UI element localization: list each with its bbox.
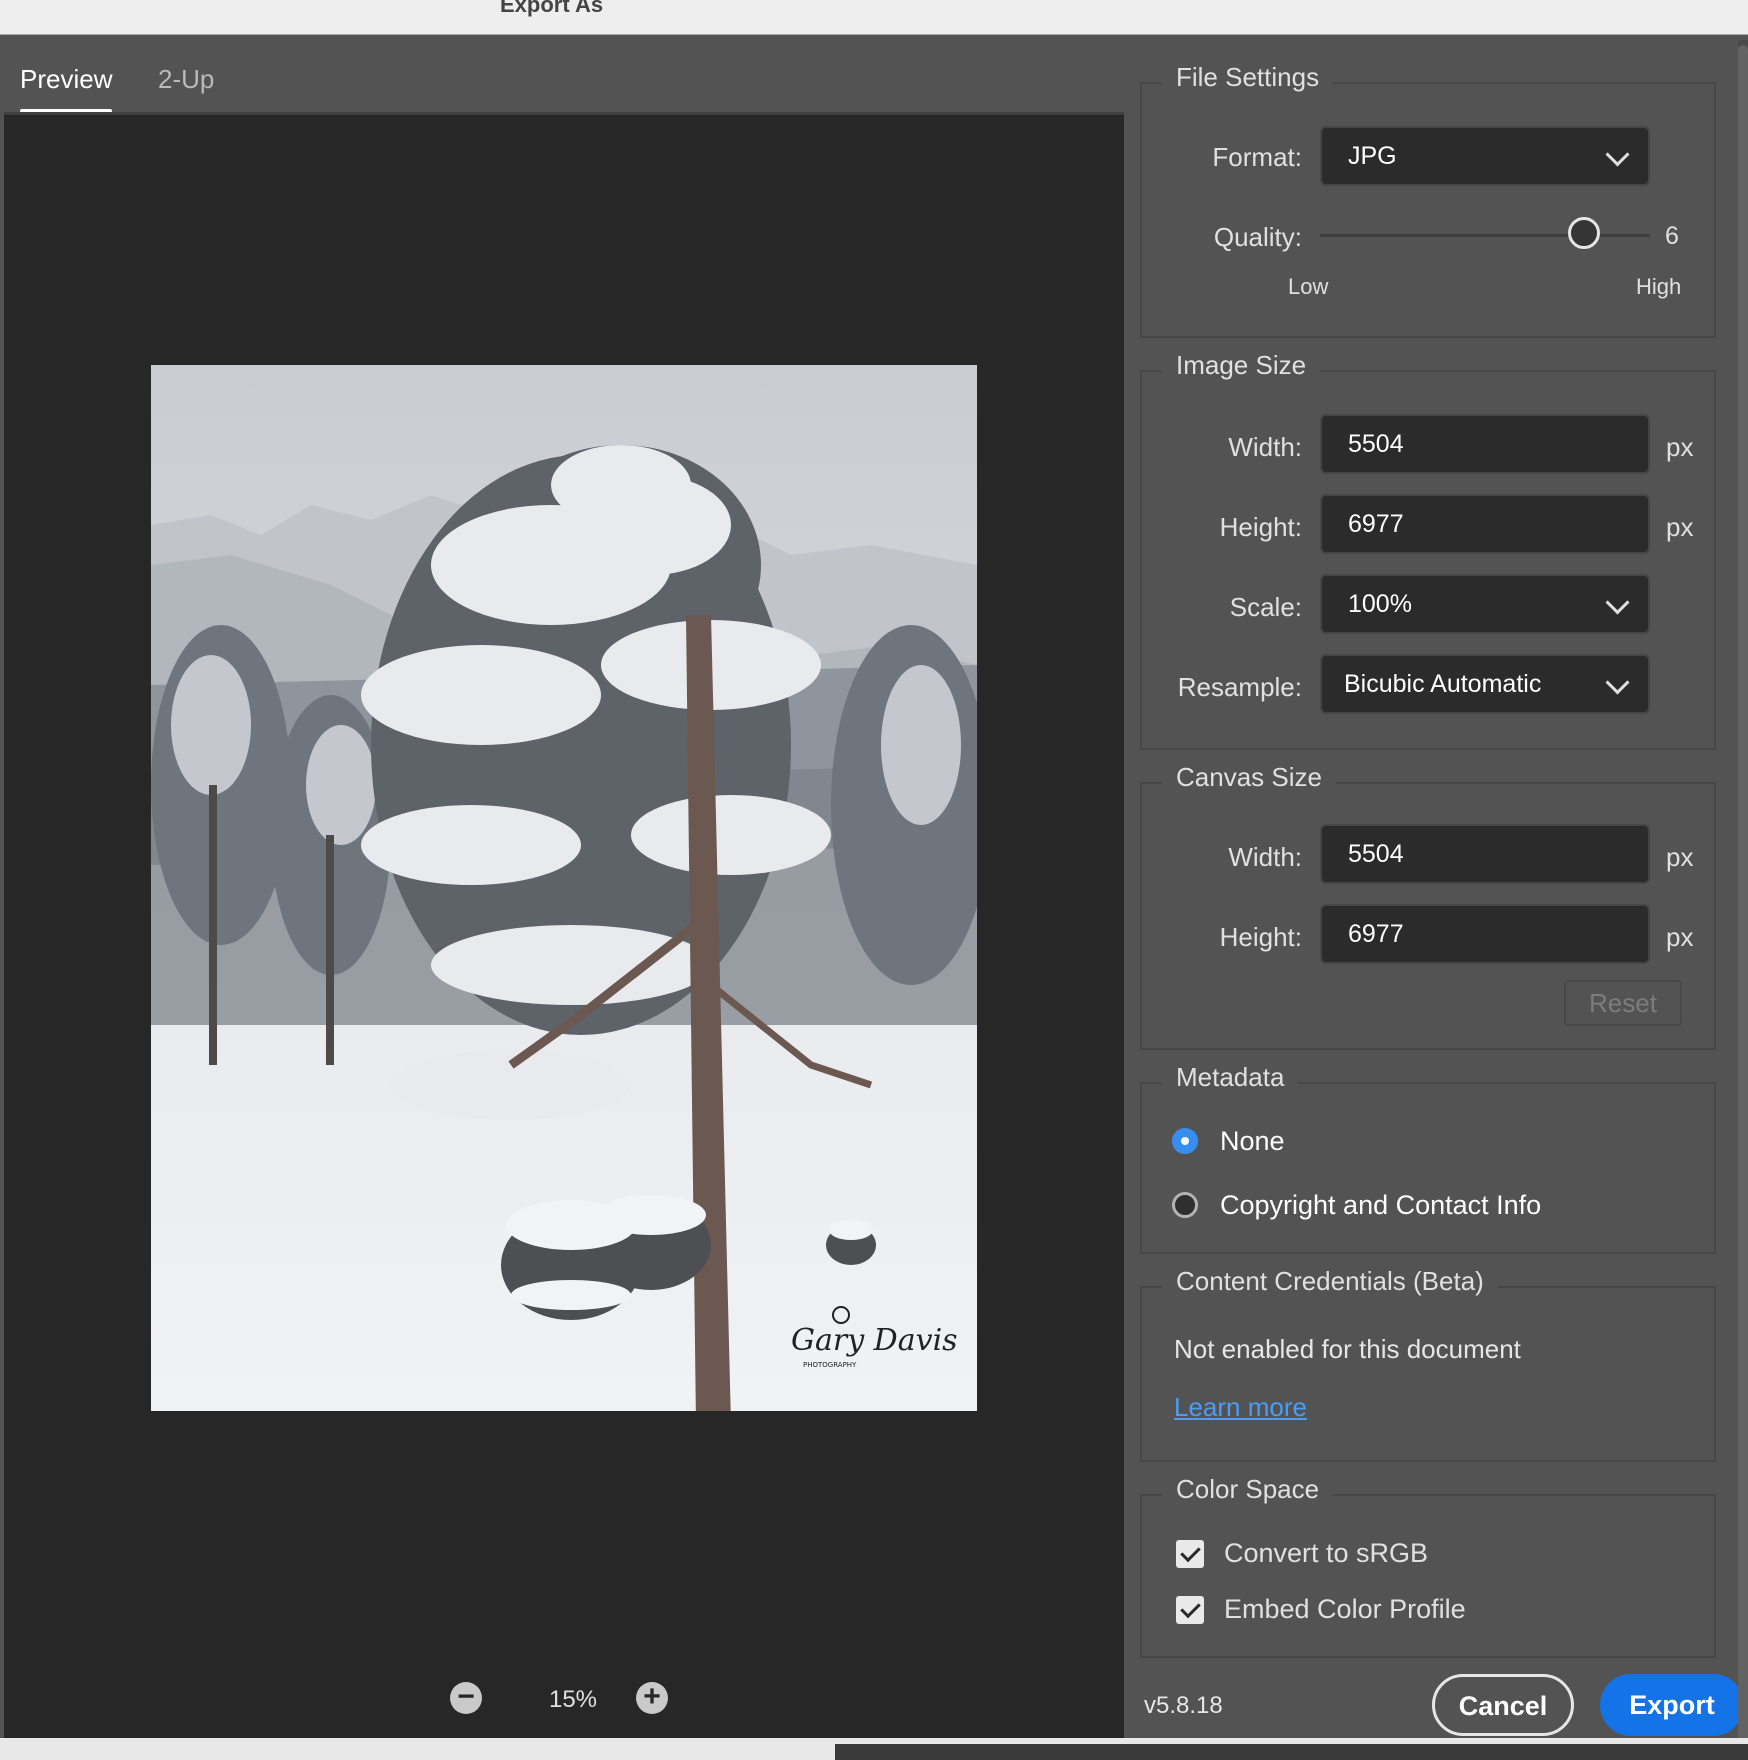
metadata-none-label: None (1220, 1126, 1285, 1156)
tab-2-up[interactable]: 2-Up (158, 64, 214, 95)
window-title: Export As (500, 0, 604, 17)
image-width-field[interactable]: 5504 (1320, 414, 1650, 474)
file-settings-group: File Settings Format: JPG Quality: 6 Low… (1140, 62, 1716, 338)
image-size-title: Image Size (1162, 350, 1321, 381)
chevron-down-icon (1605, 142, 1630, 167)
metadata-title: Metadata (1162, 1062, 1299, 1093)
canvas-width-unit: px (1666, 842, 1694, 872)
plus-circle-icon[interactable]: + (636, 1682, 668, 1714)
canvas-size-group: Canvas Size Width: 5504 px Height: 6977 … (1140, 762, 1716, 1050)
resample-select[interactable]: Bicubic Automatic (1320, 654, 1650, 714)
scale-select[interactable]: 100% (1320, 574, 1650, 634)
tab-preview[interactable]: Preview (20, 64, 112, 95)
scale-value: 100% (1348, 590, 1412, 618)
file-settings-title: File Settings (1162, 62, 1334, 93)
metadata-group: Metadata None Copyright and Contact Info (1140, 1062, 1716, 1254)
quality-low-label: Low (1288, 274, 1329, 299)
quality-value: 6 (1665, 222, 1679, 250)
window-titlebar: Export As (0, 0, 1748, 35)
canvas-width-field[interactable]: 5504 (1320, 824, 1650, 884)
watermark-subtitle: PHOTOGRAPHY (803, 1361, 857, 1369)
color-space-group: Color Space Convert to sRGB Embed Color … (1140, 1474, 1716, 1658)
minus-circle-icon[interactable]: − (450, 1682, 482, 1714)
checkbox-checked-icon[interactable] (1176, 1540, 1204, 1568)
content-credentials-group: Content Credentials (Beta) Not enabled f… (1140, 1266, 1716, 1462)
image-height-field[interactable]: 6977 (1320, 494, 1650, 554)
export-button[interactable]: Export (1600, 1674, 1744, 1736)
content-credentials-status: Not enabled for this document (1174, 1334, 1521, 1364)
quality-slider-thumb[interactable] (1568, 217, 1600, 249)
cancel-button[interactable]: Cancel (1432, 1674, 1574, 1736)
zoom-controls: − 15% + (450, 1680, 690, 1724)
format-label: Format: (1212, 142, 1302, 172)
chevron-down-icon (1605, 670, 1630, 695)
canvas-height-label: Height: (1219, 922, 1302, 952)
zoom-level: 15% (548, 1686, 598, 1713)
canvas-size-title: Canvas Size (1162, 762, 1336, 793)
content-credentials-title: Content Credentials (Beta) (1162, 1266, 1498, 1297)
color-space-title: Color Space (1162, 1474, 1334, 1505)
image-height-label: Height: (1219, 512, 1302, 542)
quality-high-label: High (1636, 274, 1682, 299)
checkbox-checked-icon[interactable] (1176, 1596, 1204, 1624)
watermark-signature: Gary Davis (791, 1323, 958, 1358)
underlying-window-edge (0, 1738, 1748, 1760)
image-size-group: Image Size Width: 5504 px Height: 6977 p… (1140, 350, 1716, 750)
image-width-label: Width: (1228, 432, 1302, 462)
scale-label: Scale: (1229, 592, 1302, 622)
resample-value: Bicubic Automatic (1344, 670, 1542, 698)
preview-canvas[interactable]: Gary Davis PHOTOGRAPHY (4, 112, 1124, 1741)
preview-image: Gary Davis PHOTOGRAPHY (151, 365, 977, 1411)
metadata-copyright-label: Copyright and Contact Info (1220, 1190, 1542, 1220)
image-width-unit: px (1666, 432, 1694, 462)
panel-scrollbar-thumb[interactable] (1738, 45, 1748, 1745)
radio-unselected-icon[interactable] (1172, 1192, 1198, 1218)
view-tabs: Preview 2-Up (0, 34, 1130, 114)
reset-button[interactable]: Reset (1564, 980, 1682, 1026)
version-label: v5.8.18 (1144, 1692, 1223, 1719)
canvas-height-field[interactable]: 6977 (1320, 904, 1650, 964)
resample-label: Resample: (1177, 672, 1302, 702)
quality-slider-track[interactable] (1320, 234, 1650, 237)
image-height-unit: px (1666, 512, 1694, 542)
format-value: JPG (1348, 142, 1397, 170)
canvas-width-label: Width: (1228, 842, 1302, 872)
radio-selected-icon[interactable] (1172, 1128, 1198, 1154)
format-select[interactable]: JPG (1320, 126, 1650, 186)
chevron-down-icon (1605, 590, 1630, 615)
learn-more-link[interactable]: Learn more (1174, 1392, 1307, 1423)
embed-color-profile-label: Embed Color Profile (1224, 1594, 1466, 1624)
canvas-height-unit: px (1666, 922, 1694, 952)
quality-label: Quality: (1213, 222, 1302, 252)
convert-srgb-label: Convert to sRGB (1224, 1538, 1429, 1568)
